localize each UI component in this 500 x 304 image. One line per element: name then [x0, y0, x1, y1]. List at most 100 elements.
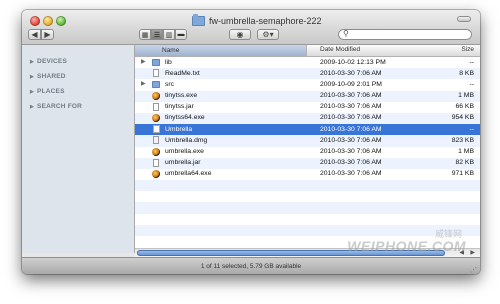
file-size: 954 KB — [451, 114, 474, 122]
table-row[interactable]: tinytss64.exe 2010-03-30 7:06 AM 954 KB — [135, 112, 480, 125]
file-size: 1 MB — [458, 92, 474, 100]
status-bar: 1 of 11 selected, 5.79 GB available ⋰ — [22, 257, 480, 274]
table-row[interactable]: tinytss.exe 2010-03-30 7:06 AM 1 MB — [135, 90, 480, 102]
disclosure-triangle-icon: ▶ — [30, 104, 35, 110]
search-icon: ⚲ — [343, 29, 349, 38]
document-icon — [153, 102, 159, 111]
zoom-window-button[interactable] — [56, 16, 66, 26]
file-name: tinytss.exe — [165, 92, 198, 100]
sidebar-section-shared[interactable]: ▶ SHARED — [30, 73, 66, 80]
table-row[interactable]: umbrella.exe 2010-03-30 7:06 AM 1 MB — [135, 147, 480, 158]
coverflow-view-icon: ▬ — [177, 31, 185, 38]
disclosure-triangle-icon: ▶ — [30, 74, 35, 80]
forward-button[interactable]: ▶ — [41, 29, 54, 40]
icon-view-icon: ▦ — [141, 31, 149, 39]
file-name: umbrella.jar — [165, 159, 201, 167]
file-size: 8 KB — [459, 69, 474, 77]
icon-view-button[interactable]: ▦ — [139, 29, 151, 40]
file-size: 66 KB — [455, 103, 474, 111]
minimize-window-button[interactable] — [43, 16, 53, 26]
gear-icon: ⚙▾ — [262, 30, 274, 39]
executable-icon — [152, 147, 160, 156]
coverflow-view-button[interactable]: ▬ — [175, 29, 187, 40]
file-date-modified: 2010-03-30 7:06 AM — [320, 114, 382, 122]
file-date-modified: 2010-03-30 7:06 AM — [320, 159, 382, 167]
file-date-modified: 2010-03-30 7:06 AM — [320, 69, 382, 77]
column-header-date-modified[interactable]: Date Modified — [320, 46, 360, 53]
column-header-name[interactable]: Name — [135, 45, 307, 56]
application-icon — [153, 125, 160, 134]
close-window-button[interactable] — [30, 16, 40, 26]
column-view-button[interactable]: ▥ — [163, 29, 175, 40]
folder-icon — [192, 14, 205, 26]
eye-icon: ◉ — [236, 30, 244, 39]
file-name: Umbrella — [165, 125, 193, 133]
executable-icon — [152, 169, 160, 178]
column-view-icon: ▥ — [165, 31, 173, 39]
file-name: Umbrella.dmg — [165, 136, 208, 144]
empty-row — [135, 202, 480, 214]
finder-window: fw-umbrella-semaphore-222 ◀ ▶ ▦ ☰ ▥ ▬ ◉ … — [22, 10, 480, 274]
forward-arrow-icon: ▶ — [44, 30, 51, 39]
resize-grip-icon[interactable]: ⋰ — [470, 262, 477, 274]
sidebar-section-label: SHARED — [37, 73, 66, 80]
file-name: src — [165, 80, 175, 88]
empty-row — [135, 180, 480, 192]
file-size: 971 KB — [451, 170, 474, 178]
back-arrow-icon: ◀ — [31, 30, 38, 39]
file-name: ReadMe.txt — [165, 69, 200, 77]
file-name: tinytss.jar — [165, 103, 194, 111]
file-date-modified: 2010-03-30 7:06 AM — [320, 136, 382, 144]
file-date-modified: 2009-10-02 12:13 PM — [320, 58, 386, 66]
file-size: -- — [469, 58, 474, 66]
file-date-modified: 2010-03-30 7:06 AM — [320, 125, 382, 133]
column-header-size[interactable]: Size — [461, 46, 474, 53]
file-size: 823 KB — [451, 136, 474, 144]
sidebar-section-label: DEVICES — [37, 58, 67, 65]
action-menu-button[interactable]: ⚙▾ — [257, 29, 279, 40]
disclosure-triangle-icon[interactable]: ▶ — [141, 58, 146, 65]
file-size: 1 MB — [458, 148, 474, 155]
sidebar-section-label: SEARCH FOR — [37, 103, 83, 110]
file-list: Name Date Modified Size ▶ lib 2009-10-02 1… — [135, 45, 480, 253]
window-title-area: fw-umbrella-semaphore-222 — [192, 14, 322, 28]
window-title: fw-umbrella-semaphore-222 — [209, 16, 322, 26]
search-input[interactable] — [354, 29, 464, 39]
sidebar-section-devices[interactable]: ▶ DEVICES — [30, 58, 67, 65]
file-date-modified: 2010-03-30 7:06 AM — [320, 148, 382, 155]
sidebar-section-places[interactable]: ▶ PLACES — [30, 88, 65, 95]
document-icon — [153, 158, 159, 167]
disk-image-icon — [153, 136, 159, 145]
table-row[interactable]: Umbrella 2010-03-30 7:06 AM -- — [135, 124, 480, 136]
file-rows: ▶ lib 2009-10-02 12:13 PM -- ReadMe.txt 2010-… — [135, 57, 480, 247]
file-date-modified: 2010-03-30 7:06 AM — [320, 170, 382, 178]
toolbar: fw-umbrella-semaphore-222 ◀ ▶ ▦ ☰ ▥ ▬ ◉ … — [22, 10, 480, 45]
sidebar-section-search-for[interactable]: ▶ SEARCH FOR — [30, 103, 82, 110]
table-row[interactable]: ▶ src 2009-10-09 2:01 PM -- — [135, 79, 480, 90]
file-date-modified: 2009-10-09 2:01 PM — [320, 80, 382, 88]
toolbar-toggle-button[interactable] — [457, 16, 471, 22]
sidebar-section-label: PLACES — [37, 88, 65, 95]
quick-look-button[interactable]: ◉ — [229, 29, 251, 40]
table-row[interactable]: ReadMe.txt 2010-03-30 7:06 AM 8 KB — [135, 68, 480, 80]
disclosure-triangle-icon[interactable]: ▶ — [141, 80, 146, 87]
table-row[interactable]: tinytss.jar 2010-03-30 7:06 AM 66 KB — [135, 102, 480, 113]
file-name: tinytss64.exe — [165, 114, 205, 122]
disclosure-triangle-icon: ▶ — [30, 59, 35, 65]
document-icon — [153, 69, 159, 78]
file-name: umbrella64.exe — [165, 170, 212, 178]
scroll-right-icon[interactable]: ▶ — [470, 249, 475, 256]
empty-row — [135, 214, 480, 225]
file-size: -- — [469, 125, 474, 133]
executable-icon — [152, 113, 160, 122]
list-view-icon: ☰ — [153, 31, 161, 39]
back-button[interactable]: ◀ — [28, 29, 41, 40]
file-date-modified: 2010-03-30 7:06 AM — [320, 103, 382, 111]
table-row[interactable]: umbrella64.exe 2010-03-30 7:06 AM 971 KB — [135, 169, 480, 180]
table-row[interactable]: Umbrella.dmg 2010-03-30 7:06 AM 823 KB — [135, 135, 480, 147]
file-size: -- — [469, 80, 474, 88]
list-view-button[interactable]: ☰ — [151, 29, 163, 40]
table-row[interactable]: umbrella.jar 2010-03-30 7:06 AM 82 KB — [135, 157, 480, 169]
table-row[interactable]: ▶ lib 2009-10-02 12:13 PM -- — [135, 57, 480, 68]
file-name: lib — [165, 58, 172, 66]
